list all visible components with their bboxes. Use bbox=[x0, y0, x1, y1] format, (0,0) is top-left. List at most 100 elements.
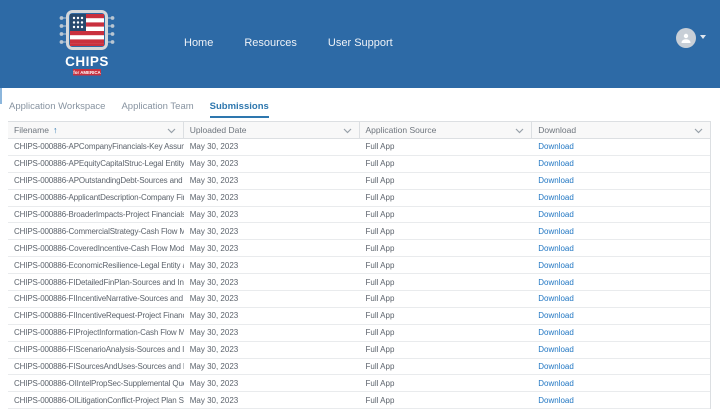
download-link[interactable]: Download bbox=[538, 328, 574, 337]
nav-user-support[interactable]: User Support bbox=[328, 37, 393, 50]
download-link[interactable]: Download bbox=[538, 142, 574, 151]
filename-cell: CHIPS-000886-BroaderImpacts-Project Fina… bbox=[14, 210, 184, 219]
filename-cell: CHIPS-000886-APCompanyFinancials-Key Ass… bbox=[14, 142, 184, 152]
logo-title: CHIPS bbox=[65, 54, 109, 69]
person-icon bbox=[681, 33, 691, 43]
uploaded-date-cell: May 30, 2023 bbox=[189, 193, 239, 203]
tab-application-workspace[interactable]: Application Workspace bbox=[9, 101, 105, 118]
uploaded-date-cell: May 30, 2023 bbox=[189, 142, 239, 152]
table-row: CHIPS-000886-APEquityCapitalStruc-Legal … bbox=[8, 155, 710, 173]
column-label: Uploaded Date bbox=[189, 125, 247, 135]
column-header-filename[interactable]: Filename ↑ bbox=[8, 122, 184, 138]
application-source-cell: Full App bbox=[365, 395, 395, 405]
table-row: CHIPS-000886-CommercialStrategy-Cash Flo… bbox=[8, 223, 710, 241]
download-link[interactable]: Download bbox=[538, 210, 574, 219]
nav-home[interactable]: Home bbox=[184, 37, 213, 50]
download-link[interactable]: Download bbox=[538, 362, 574, 371]
chevron-down-icon[interactable] bbox=[515, 128, 524, 134]
application-source-cell: Full App bbox=[365, 226, 395, 236]
window-edge-artifact bbox=[0, 88, 2, 104]
filename-cell: CHIPS-000886-FIProjectInformation-Cash F… bbox=[14, 328, 184, 338]
filename-cell: CHIPS-000886-OILitigationConflict-Projec… bbox=[14, 395, 184, 405]
filename-cell: CHIPS-000886-ApplicantDescription-Compan… bbox=[14, 193, 184, 203]
uploaded-date-cell: May 30, 2023 bbox=[189, 210, 239, 219]
table-row: CHIPS-000886-APOutstandingDebt-Sources a… bbox=[8, 172, 710, 190]
column-header-uploaded-date[interactable]: Uploaded Date bbox=[184, 122, 360, 138]
uploaded-date-cell: May 30, 2023 bbox=[189, 395, 239, 405]
table-row: CHIPS-000886-FIScenarioAnalysis-Sources … bbox=[8, 341, 710, 359]
chevron-down-icon[interactable] bbox=[343, 128, 352, 134]
filename-cell: CHIPS-000886-CoveredIncentive-Cash Flow … bbox=[14, 243, 184, 253]
filename-cell: CHIPS-000886-FIScenarioAnalysis-Sources … bbox=[14, 345, 184, 355]
table-row: CHIPS-000886-FIIncentiveRequest-Project … bbox=[8, 307, 710, 325]
workspace-tabs: Application Workspace Application Team S… bbox=[9, 101, 269, 118]
main-nav: Home Resources User Support bbox=[184, 37, 393, 50]
uploaded-date-cell: May 30, 2023 bbox=[189, 362, 239, 372]
uploaded-date-cell: May 30, 2023 bbox=[189, 294, 239, 304]
application-source-cell: Full App bbox=[365, 345, 395, 355]
table-row: CHIPS-000886-CoveredIncentive-Cash Flow … bbox=[8, 240, 710, 258]
uploaded-date-cell: May 30, 2023 bbox=[189, 243, 239, 253]
column-label: Application Source bbox=[365, 125, 437, 135]
application-source-cell: Full App bbox=[365, 210, 395, 219]
application-source-cell: Full App bbox=[365, 311, 395, 321]
table-row: CHIPS-000886-FIDetailedFinPlan-Sources a… bbox=[8, 274, 710, 292]
table-row: CHIPS-000886-FISourcesAndUses-Sources an… bbox=[8, 358, 710, 376]
uploaded-date-cell: May 30, 2023 bbox=[189, 176, 239, 186]
application-source-cell: Full App bbox=[365, 260, 395, 270]
table-body: CHIPS-000886-APCompanyFinancials-Key Ass… bbox=[8, 139, 710, 410]
download-link[interactable]: Download bbox=[538, 193, 574, 202]
table-row: CHIPS-000886-FIIncentiveNarrative-Source… bbox=[8, 291, 710, 308]
application-source-cell: Full App bbox=[365, 328, 395, 338]
application-source-cell: Full App bbox=[365, 243, 395, 253]
table-row: CHIPS-000886-ApplicantDescription-Compan… bbox=[8, 189, 710, 207]
table-row: CHIPS-000886-APCompanyFinancials-Key Ass… bbox=[8, 139, 710, 156]
nav-resources[interactable]: Resources bbox=[244, 37, 297, 50]
uploaded-date-cell: May 30, 2023 bbox=[189, 328, 239, 338]
tab-application-team[interactable]: Application Team bbox=[121, 101, 193, 118]
application-source-cell: Full App bbox=[365, 362, 395, 372]
chips-for-america-logo[interactable]: CHIPS for AMERICA bbox=[59, 6, 115, 84]
table-row: CHIPS-000886-OIIntelPropSec-Supplemental… bbox=[8, 375, 710, 393]
submissions-table: Filename ↑ Uploaded Date Application Sou… bbox=[8, 121, 711, 410]
uploaded-date-cell: May 30, 2023 bbox=[189, 226, 239, 236]
download-link[interactable]: Download bbox=[538, 311, 574, 320]
download-link[interactable]: Download bbox=[538, 379, 574, 388]
uploaded-date-cell: May 30, 2023 bbox=[189, 345, 239, 355]
application-source-cell: Full App bbox=[365, 193, 395, 203]
download-link[interactable]: Download bbox=[538, 159, 574, 168]
filename-cell: CHIPS-000886-EconomicResilience-Legal En… bbox=[14, 260, 184, 270]
sort-ascending-icon: ↑ bbox=[52, 125, 58, 135]
column-label: Filename bbox=[14, 125, 49, 135]
table-row: CHIPS-000886-FIProjectInformation-Cash F… bbox=[8, 324, 710, 342]
chevron-down-icon[interactable] bbox=[167, 128, 176, 134]
application-source-cell: Full App bbox=[365, 142, 395, 152]
download-link[interactable]: Download bbox=[538, 345, 574, 354]
user-menu-caret-icon[interactable] bbox=[700, 35, 706, 39]
filename-cell: CHIPS-000886-APEquityCapitalStruc-Legal … bbox=[14, 159, 184, 169]
column-header-application-source[interactable]: Application Source bbox=[360, 122, 533, 138]
chevron-down-icon[interactable] bbox=[694, 128, 703, 134]
column-label: Download bbox=[538, 125, 577, 135]
uploaded-date-cell: May 30, 2023 bbox=[189, 159, 239, 169]
download-link[interactable]: Download bbox=[538, 227, 574, 236]
download-link[interactable]: Download bbox=[538, 261, 574, 270]
application-source-cell: Full App bbox=[365, 159, 395, 169]
uploaded-date-cell: May 30, 2023 bbox=[189, 378, 239, 388]
column-header-download[interactable]: Download bbox=[532, 122, 710, 138]
download-link[interactable]: Download bbox=[538, 294, 574, 303]
app-header: CHIPS for AMERICA Home Resources User Su… bbox=[0, 0, 720, 88]
download-link[interactable]: Download bbox=[538, 396, 574, 405]
uploaded-date-cell: May 30, 2023 bbox=[189, 260, 239, 270]
application-source-cell: Full App bbox=[365, 294, 395, 304]
filename-cell: CHIPS-000886-FISourcesAndUses-Sources an… bbox=[14, 362, 184, 372]
application-source-cell: Full App bbox=[365, 176, 395, 186]
download-link[interactable]: Download bbox=[538, 278, 574, 287]
user-menu-button[interactable] bbox=[676, 28, 696, 48]
uploaded-date-cell: May 30, 2023 bbox=[189, 311, 239, 321]
filename-cell: CHIPS-000886-APOutstandingDebt-Sources a… bbox=[14, 176, 184, 186]
tab-submissions[interactable]: Submissions bbox=[209, 101, 269, 118]
uploaded-date-cell: May 30, 2023 bbox=[189, 277, 239, 287]
download-link[interactable]: Download bbox=[538, 244, 574, 253]
download-link[interactable]: Download bbox=[538, 176, 574, 185]
